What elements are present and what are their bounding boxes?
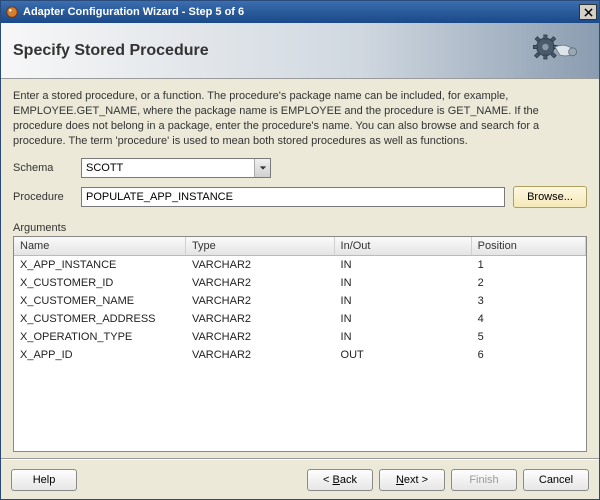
- wizard-window: Adapter Configuration Wizard - Step 5 of…: [0, 0, 600, 500]
- cell-inout: OUT: [334, 346, 471, 364]
- cell-position: 2: [471, 274, 585, 292]
- schema-row: Schema SCOTT: [13, 158, 587, 178]
- content-area: Enter a stored procedure, or a function.…: [1, 79, 599, 458]
- browse-button[interactable]: Browse...: [513, 186, 587, 208]
- arguments-table: Name Type In/Out Position X_APP_INSTANCE…: [13, 236, 587, 452]
- cell-type: VARCHAR2: [185, 256, 334, 275]
- cell-type: VARCHAR2: [185, 292, 334, 310]
- page-heading: Specify Stored Procedure: [13, 42, 209, 60]
- table-row[interactable]: X_CUSTOMER_IDVARCHAR2IN2: [14, 274, 586, 292]
- cell-type: VARCHAR2: [185, 310, 334, 328]
- procedure-row: Procedure POPULATE_APP_INSTANCE Browse..…: [13, 186, 587, 208]
- app-icon: [5, 5, 19, 19]
- arguments-label: Arguments: [13, 222, 587, 234]
- table-row[interactable]: X_APP_INSTANCEVARCHAR2IN1: [14, 256, 586, 275]
- table-row[interactable]: X_CUSTOMER_ADDRESSVARCHAR2IN4: [14, 310, 586, 328]
- col-position[interactable]: Position: [471, 237, 585, 256]
- cell-name: X_OPERATION_TYPE: [14, 328, 185, 346]
- cell-name: X_CUSTOMER_ID: [14, 274, 185, 292]
- cell-type: VARCHAR2: [185, 274, 334, 292]
- window-title: Adapter Configuration Wizard - Step 5 of…: [23, 6, 579, 18]
- close-button[interactable]: [579, 4, 597, 20]
- cell-type: VARCHAR2: [185, 346, 334, 364]
- cell-inout: IN: [334, 256, 471, 275]
- cell-position: 6: [471, 346, 585, 364]
- titlebar: Adapter Configuration Wizard - Step 5 of…: [1, 1, 599, 23]
- cell-inout: IN: [334, 274, 471, 292]
- gear-icon: [531, 31, 579, 74]
- table-row[interactable]: X_OPERATION_TYPEVARCHAR2IN5: [14, 328, 586, 346]
- schema-select[interactable]: SCOTT: [81, 158, 271, 178]
- schema-label: Schema: [13, 162, 81, 174]
- instruction-text: Enter a stored procedure, or a function.…: [13, 89, 587, 148]
- footer: Help < Back Next > Finish Cancel: [1, 459, 599, 499]
- table-row[interactable]: X_APP_IDVARCHAR2OUT6: [14, 346, 586, 364]
- cell-inout: IN: [334, 310, 471, 328]
- col-name[interactable]: Name: [14, 237, 185, 256]
- cell-name: X_CUSTOMER_NAME: [14, 292, 185, 310]
- cell-position: 3: [471, 292, 585, 310]
- browse-label-rest: rowse...: [534, 191, 573, 203]
- next-button[interactable]: Next >: [379, 469, 445, 491]
- finish-button: Finish: [451, 469, 517, 491]
- table-header-row: Name Type In/Out Position: [14, 237, 586, 256]
- cell-position: 4: [471, 310, 585, 328]
- cell-inout: IN: [334, 328, 471, 346]
- cell-position: 1: [471, 256, 585, 275]
- cell-type: VARCHAR2: [185, 328, 334, 346]
- cell-inout: IN: [334, 292, 471, 310]
- help-button[interactable]: Help: [11, 469, 77, 491]
- col-inout[interactable]: In/Out: [334, 237, 471, 256]
- chevron-down-icon: [254, 159, 270, 177]
- schema-value: SCOTT: [86, 162, 123, 174]
- header-band: Specify Stored Procedure: [1, 23, 599, 79]
- back-button[interactable]: < Back: [307, 469, 373, 491]
- procedure-input[interactable]: POPULATE_APP_INSTANCE: [81, 187, 505, 207]
- cell-name: X_CUSTOMER_ADDRESS: [14, 310, 185, 328]
- cell-position: 5: [471, 328, 585, 346]
- table-row[interactable]: X_CUSTOMER_NAMEVARCHAR2IN3: [14, 292, 586, 310]
- cell-name: X_APP_ID: [14, 346, 185, 364]
- cell-name: X_APP_INSTANCE: [14, 256, 185, 275]
- cancel-button[interactable]: Cancel: [523, 469, 589, 491]
- col-type[interactable]: Type: [185, 237, 334, 256]
- procedure-value: POPULATE_APP_INSTANCE: [86, 191, 233, 203]
- procedure-label: Procedure: [13, 191, 81, 203]
